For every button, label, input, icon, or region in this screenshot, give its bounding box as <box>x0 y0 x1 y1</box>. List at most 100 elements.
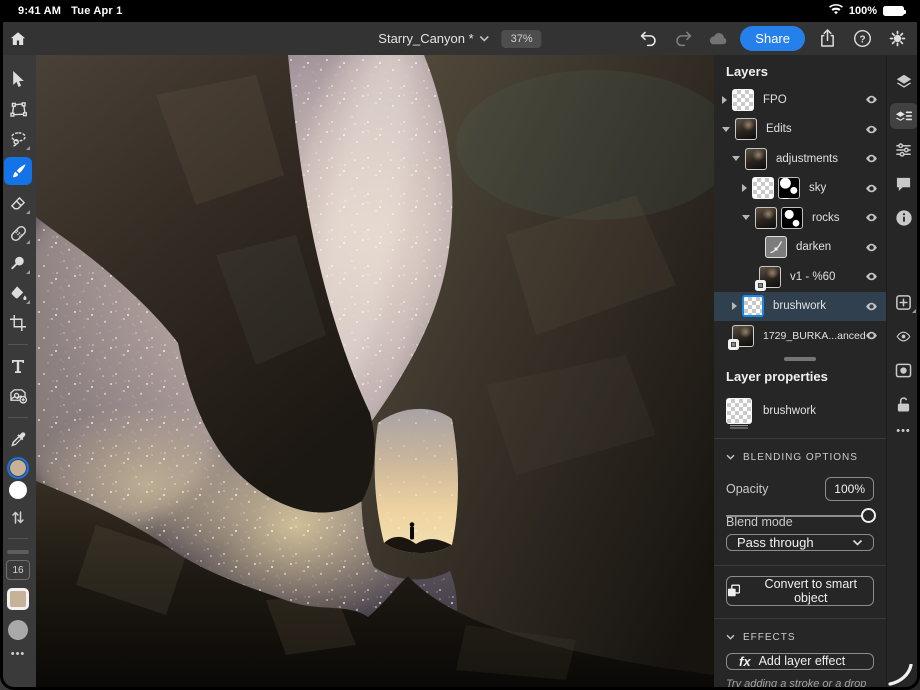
brush-color-swatch <box>7 588 29 610</box>
add-layer-button[interactable] <box>890 289 918 315</box>
more-layer-actions[interactable]: ••• <box>896 425 911 437</box>
layer-row-brushwork-selected[interactable]: brushwork <box>714 292 886 322</box>
visibility-eye-icon[interactable] <box>865 182 878 195</box>
layer-row-v1[interactable]: v1 - %60 <box>714 262 886 292</box>
layer-row-1729[interactable]: 1729_BURKA...anced-NR33 <box>714 321 886 351</box>
collapse-arrow-icon[interactable] <box>742 215 750 220</box>
expand-arrow-icon[interactable] <box>732 302 737 310</box>
divider <box>714 565 886 566</box>
date: Tue Apr 1 <box>71 5 122 17</box>
layer-mask-button[interactable] <box>890 357 918 383</box>
foreground-color[interactable] <box>7 457 29 479</box>
layer-thumbnail[interactable] <box>755 207 777 229</box>
visibility-eye-icon[interactable] <box>865 211 878 224</box>
collapse-arrow-icon[interactable] <box>722 127 730 132</box>
document-title-menu[interactable]: Starry_Canyon * <box>378 26 489 52</box>
layer-thumbnail[interactable] <box>745 148 767 170</box>
layer-row-adjustments[interactable]: adjustments <box>714 144 886 174</box>
magnifier-tool[interactable] <box>5 251 31 275</box>
layer-mask-thumbnail[interactable] <box>781 207 803 229</box>
layer-thumbnail[interactable] <box>732 89 754 111</box>
zoom-level-badge[interactable]: 37% <box>502 30 542 48</box>
blending-options-header[interactable]: BLENDING OPTIONS <box>714 439 886 467</box>
visibility-eye-icon[interactable] <box>865 300 878 313</box>
visibility-eye-icon[interactable] <box>865 329 878 342</box>
layer-row-edits[interactable]: Edits <box>714 115 886 145</box>
chevron-down-icon <box>726 454 735 460</box>
visibility-eye-icon[interactable] <box>865 241 878 254</box>
type-tool[interactable] <box>5 354 31 378</box>
layer-thumbnail[interactable] <box>735 118 757 140</box>
lock-layer-button[interactable] <box>890 391 918 417</box>
layer-thumbnail[interactable] <box>752 177 774 199</box>
visibility-eye-icon[interactable] <box>865 270 878 283</box>
layer-thumbnail[interactable] <box>742 295 764 317</box>
panel-resize-handle[interactable] <box>784 357 816 361</box>
export-icon[interactable] <box>814 26 840 52</box>
brush-tool[interactable] <box>4 157 32 185</box>
layer-name: v1 - %60 <box>790 271 835 283</box>
chevron-down-icon <box>852 539 863 546</box>
brush-color-chip[interactable] <box>5 586 31 612</box>
place-photo-tool[interactable] <box>5 384 31 408</box>
layer-row-darken[interactable]: darken <box>714 233 886 263</box>
toolbar-divider <box>8 538 28 539</box>
info-icon[interactable] <box>890 205 918 231</box>
healing-brush-tool[interactable] <box>5 221 31 245</box>
home-button[interactable] <box>5 26 31 52</box>
smart-object-thumbnail[interactable] <box>759 266 781 288</box>
toolbar-divider <box>8 344 28 345</box>
brush-preview[interactable] <box>5 618 31 642</box>
compact-layers-view-icon[interactable] <box>890 103 918 129</box>
smart-object-icon <box>727 584 740 598</box>
add-layer-effect-button[interactable]: fx Add layer effect <box>726 653 874 670</box>
more-tool-options[interactable]: ••• <box>11 648 26 660</box>
convert-smart-object-button[interactable]: Convert to smart object <box>726 576 874 606</box>
fill-tool[interactable] <box>5 281 31 305</box>
expand-arrow-icon[interactable] <box>742 184 747 192</box>
crop-tool[interactable] <box>5 311 31 335</box>
eyedropper-tool[interactable] <box>5 427 31 451</box>
visibility-eye-icon[interactable] <box>865 123 878 136</box>
undo-button[interactable] <box>635 26 661 52</box>
cloud-sync-icon[interactable] <box>705 26 731 52</box>
color-well[interactable] <box>5 457 31 499</box>
header-toolbar: Starry_Canyon * 37% Share ? <box>0 22 920 55</box>
blend-mode-label: Blend mode <box>714 507 886 534</box>
eraser-tool[interactable] <box>5 191 31 215</box>
settings-gear-icon[interactable] <box>884 26 910 52</box>
effects-header[interactable]: EFFECTS <box>714 619 886 647</box>
layer-row-rocks[interactable]: rocks <box>714 203 886 233</box>
comments-icon[interactable] <box>890 171 918 197</box>
properties-layer-thumbnail <box>726 398 752 424</box>
visibility-eye-icon[interactable] <box>865 152 878 165</box>
layer-mask-thumbnail[interactable] <box>778 177 800 199</box>
adjustment-layer-thumbnail[interactable] <box>765 236 787 258</box>
smart-object-thumbnail[interactable] <box>732 325 754 347</box>
blend-mode-dropdown[interactable]: Pass through <box>726 534 874 551</box>
document-title: Starry_Canyon * <box>378 31 473 46</box>
visibility-eye-icon[interactable] <box>865 93 878 106</box>
share-button[interactable]: Share <box>740 26 805 51</box>
battery-icon <box>883 6 904 16</box>
layer-properties-icon[interactable] <box>890 137 918 163</box>
layers-view-icon[interactable] <box>890 69 918 95</box>
redo-button[interactable] <box>670 26 696 52</box>
help-button[interactable]: ? <box>849 26 875 52</box>
background-color[interactable] <box>9 481 27 499</box>
collapse-arrow-icon[interactable] <box>732 156 740 161</box>
layer-row-sky[interactable]: sky <box>714 174 886 204</box>
opacity-value-field[interactable]: 100% <box>825 477 874 501</box>
smart-object-badge <box>728 339 739 350</box>
layer-row-fpo[interactable]: FPO <box>714 85 886 115</box>
canvas[interactable] <box>36 55 714 690</box>
expand-arrow-icon[interactable] <box>722 96 727 104</box>
transform-tool[interactable] <box>5 97 31 121</box>
move-tool[interactable] <box>5 67 31 91</box>
lasso-select-tool[interactable] <box>5 127 31 151</box>
slider-knob[interactable] <box>861 508 876 523</box>
tool-options-grip[interactable] <box>7 550 29 554</box>
swap-colors-icon[interactable] <box>5 505 31 529</box>
brush-size-badge[interactable]: 16 <box>6 560 30 580</box>
layer-visibility-button[interactable] <box>890 323 918 349</box>
